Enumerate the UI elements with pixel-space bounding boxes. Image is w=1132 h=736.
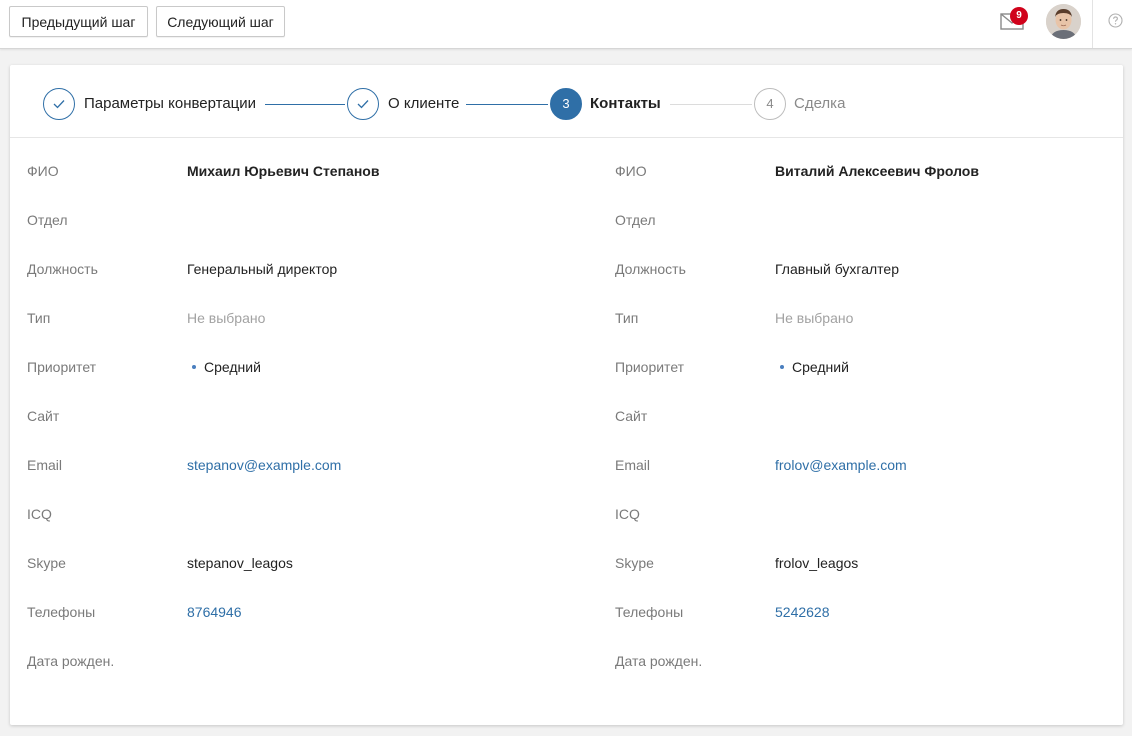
label-email: Email <box>27 457 63 473</box>
row-phones: Телефоны 8764946 <box>27 604 587 624</box>
top-toolbar: Предыдущий шаг Следующий шаг 9 <box>0 0 1132 49</box>
email-link[interactable]: frolov@example.com <box>775 457 907 473</box>
row-icq: ICQ <box>27 506 587 526</box>
conversion-stepper: Параметры конвертации О клиенте 3 Контак… <box>10 65 1123 138</box>
next-step-button[interactable]: Следующий шаг <box>156 6 285 37</box>
check-icon <box>357 100 369 109</box>
step-1-circle[interactable] <box>43 88 75 120</box>
label-dept: Отдел <box>27 212 68 228</box>
step-1-label[interactable]: Параметры конвертации <box>84 95 256 112</box>
step-4-circle[interactable]: 4 <box>754 88 786 120</box>
row-fio: ФИО Виталий Алексеевич Фролов <box>615 163 1132 183</box>
label-phones: Телефоны <box>615 604 684 620</box>
label-type: Тип <box>615 310 639 326</box>
label-birth: Дата рожден. <box>27 653 115 669</box>
value-skype: frolov_leagos <box>775 555 859 571</box>
label-fio: ФИО <box>27 163 59 179</box>
value-fio: Михаил Юрьевич Степанов <box>187 163 380 179</box>
row-phones: Телефоны 5242628 <box>615 604 1132 624</box>
step-2-circle[interactable] <box>347 88 379 120</box>
priority-text: Средний <box>792 359 849 375</box>
row-birth: Дата рожден. <box>27 653 587 673</box>
previous-step-button[interactable]: Предыдущий шаг <box>9 6 148 37</box>
row-site: Сайт <box>27 408 587 428</box>
row-type: Тип Не выбрано <box>615 310 1132 330</box>
label-email: Email <box>615 457 651 473</box>
value-priority: Средний <box>775 359 849 375</box>
row-type: Тип Не выбрано <box>27 310 587 330</box>
phone-link[interactable]: 8764946 <box>187 604 242 620</box>
priority-dot-icon <box>192 364 196 369</box>
row-dept: Отдел <box>615 212 1132 232</box>
label-site: Сайт <box>27 408 60 424</box>
value-fio: Виталий Алексеевич Фролов <box>775 163 979 179</box>
value-skype: stepanov_leagos <box>187 555 293 571</box>
label-birth: Дата рожден. <box>615 653 703 669</box>
value-position: Генеральный директор <box>187 261 338 277</box>
row-site: Сайт <box>615 408 1132 428</box>
avatar-image <box>1046 4 1081 39</box>
value-type: Не выбрано <box>775 310 854 326</box>
step-connector-3 <box>670 104 752 105</box>
email-link[interactable]: stepanov@example.com <box>187 457 341 473</box>
label-position: Должность <box>615 261 686 277</box>
label-position: Должность <box>27 261 98 277</box>
label-skype: Skype <box>27 555 66 571</box>
row-skype: Skype frolov_leagos <box>615 555 1132 575</box>
user-avatar[interactable] <box>1046 4 1081 39</box>
label-icq: ICQ <box>615 506 640 522</box>
step-3-label[interactable]: Контакты <box>590 95 661 112</box>
priority-text: Средний <box>204 359 261 375</box>
row-email: Email frolov@example.com <box>615 457 1132 477</box>
row-dept: Отдел <box>27 212 587 232</box>
row-priority: Приоритет Средний <box>615 359 1132 379</box>
help-icon[interactable] <box>1108 13 1123 28</box>
value-position: Главный бухгалтер <box>775 261 899 277</box>
row-fio: ФИО Михаил Юрьевич Степанов <box>27 163 587 183</box>
label-phones: Телефоны <box>27 604 96 620</box>
label-priority: Приоритет <box>615 359 685 375</box>
step-2-label[interactable]: О клиенте <box>388 95 459 112</box>
label-skype: Skype <box>615 555 654 571</box>
priority-dot-icon <box>780 364 784 369</box>
phone-link[interactable]: 5242628 <box>775 604 830 620</box>
label-dept: Отдел <box>615 212 656 228</box>
label-fio: ФИО <box>615 163 647 179</box>
row-birth: Дата рожден. <box>615 653 1132 673</box>
step-4-label[interactable]: Сделка <box>794 95 845 112</box>
value-priority: Средний <box>187 359 261 375</box>
conversion-card: Параметры конвертации О клиенте 3 Контак… <box>10 65 1123 725</box>
value-type: Не выбрано <box>187 310 266 326</box>
row-priority: Приоритет Средний <box>27 359 587 379</box>
check-icon <box>53 100 65 109</box>
row-icq: ICQ <box>615 506 1132 526</box>
label-icq: ICQ <box>27 506 52 522</box>
toolbar-divider <box>1092 0 1093 48</box>
label-site: Сайт <box>615 408 648 424</box>
row-email: Email stepanov@example.com <box>27 457 587 477</box>
step-connector-1 <box>265 104 345 105</box>
label-type: Тип <box>27 310 51 326</box>
mail-count-badge: 9 <box>1010 7 1028 25</box>
step-connector-2 <box>466 104 548 105</box>
row-position: Должность Главный бухгалтер <box>615 261 1132 281</box>
row-position: Должность Генеральный директор <box>27 261 587 281</box>
step-3-circle[interactable]: 3 <box>550 88 582 120</box>
label-priority: Приоритет <box>27 359 97 375</box>
row-skype: Skype stepanov_leagos <box>27 555 587 575</box>
